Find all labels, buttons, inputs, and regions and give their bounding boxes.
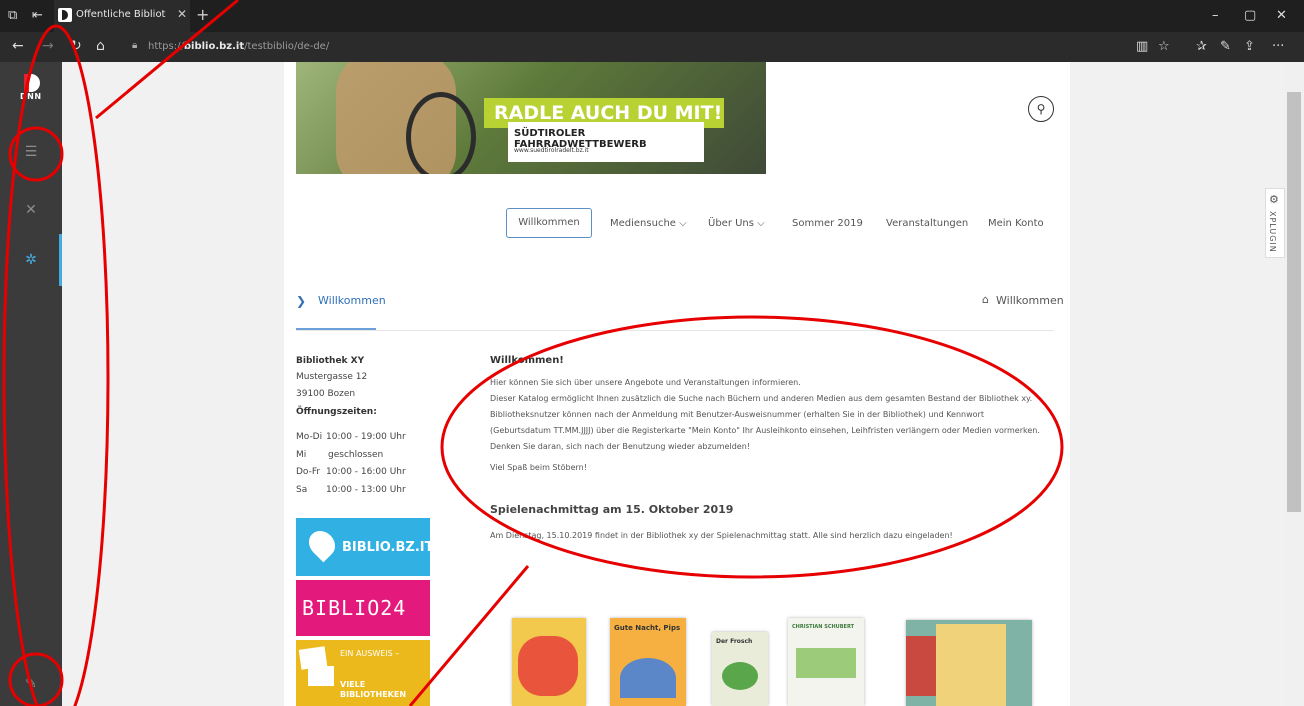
new-tab-button[interactable]: + [196,5,209,24]
url-text: https://biblio.bz.it/testbiblio/de-de/ [148,41,330,52]
hours-time: 10:00 - 13:00 Uhr [326,485,406,495]
home-button[interactable]: ⌂ [96,38,105,54]
welcome-paragraph: Hier können Sie sich über unsere Angebot… [490,378,801,387]
forward-button[interactable]: → [42,38,54,54]
biblio-bz-logo[interactable]: BIBLIO.BZ.IT [296,518,434,576]
hours-day: Sa [296,485,308,495]
biblio24-logo[interactable]: BIBLIO24 [296,580,430,636]
address-bar-row: ← → ↻ ⌂ 🔒︎ https://biblio.bz.it/testbibl… [0,32,1304,62]
browser-tab-bar: ⧉ ⇤ Öffentliche Bibliothek N ✕ + – ▢ ✕ [0,0,1304,32]
menu-willkommen[interactable]: Willkommen [506,208,592,238]
book-illustration [620,658,676,698]
welcome-paragraph: (Geburtsdatum TT.MM.JJJJ) über die Regis… [490,426,1040,435]
tab-back-icon[interactable]: ⇤ [32,8,43,23]
banner-url: www.suedtirolradelt.bz.it [514,147,589,154]
back-button[interactable]: ← [12,38,24,54]
share-icon[interactable]: ⇪ [1244,39,1255,54]
browser-tab[interactable]: Öffentliche Bibliothek N ✕ [54,0,190,32]
book-cover[interactable] [512,618,586,706]
ausweis-bottom-label: VIELE BIBLIOTHEKEN [340,680,407,699]
dnn-logo-icon [24,74,40,92]
edit-pencil-icon[interactable]: ✎ [20,676,42,692]
maximize-button[interactable]: ▢ [1244,8,1256,23]
hours-time: 10:00 - 16:00 Uhr [326,467,406,477]
tab-actions-icon[interactable]: ⧉ [8,8,17,23]
more-button[interactable]: ··· [1272,39,1284,54]
breadcrumb-divider [296,330,1054,331]
closing-text: Viel Spaß beim Stöbern! [490,463,587,472]
content-icon[interactable]: ☰ [20,144,42,160]
book-title: Der Frosch [716,638,753,645]
banner-card: SÜDTIROLER FAHRRADWETTBEWERB www.suedtir… [508,122,704,162]
book-cover[interactable] [906,620,1032,706]
book-illustration [796,648,856,678]
favorites-hub-icon[interactable]: ✰ [1196,39,1207,54]
library-city: 39100 Bozen [296,389,356,399]
card-icon [308,666,334,686]
hours-day: Do-Fr [296,467,321,477]
library-street: Mustergasse 12 [296,372,368,382]
manage-tools-icon[interactable]: ✕ [20,202,42,218]
book-illustration [518,636,578,696]
xplugin-label: XPLUGIN [1268,211,1277,253]
hours-time: geschlossen [328,450,384,460]
book-cover[interactable]: CHRISTIAN SCHUBERT [788,618,864,706]
menu-veranstaltungen[interactable]: Veranstaltungen [886,218,968,229]
scrollbar[interactable] [1284,62,1304,706]
dnn-logo[interactable]: DNN [20,74,44,102]
lock-icon: 🔒︎ [132,40,138,51]
tab-close-icon[interactable]: ✕ [177,7,187,21]
refresh-button[interactable]: ↻ [70,38,82,54]
menu-mediensuche[interactable]: Mediensuche ⌵ [610,218,687,229]
close-window-button[interactable]: ✕ [1276,8,1287,23]
site-search-icon[interactable]: ⚲ [1028,96,1054,122]
menu-mein-konto[interactable]: Mein Konto [988,218,1044,229]
biblio-bz-label: BIBLIO.BZ.IT [342,540,434,555]
book-illustration [722,662,758,690]
book-title: CHRISTIAN SCHUBERT [792,624,855,630]
dnn-favicon-icon [58,8,72,22]
menu-sommer-2019[interactable]: Sommer 2019 [792,218,863,229]
event-title[interactable]: Spielenachmittag am 15. Oktober 2019 [490,503,733,516]
hours-time: 10:00 - 19:00 Uhr [326,432,406,442]
book-illustration [906,636,936,696]
book-cover[interactable]: Gute Nacht, Pips [610,618,686,706]
welcome-paragraph: Dieser Katalog ermöglicht Ihnen zusätzli… [490,394,1033,403]
breadcrumb-chevron-icon: ❯ [296,294,307,308]
xplugin-tab[interactable]: ⚙ XPLUGIN [1265,188,1285,258]
dnn-persona-bar: DNN ☰ ✕ ✲ ✎ [0,62,62,706]
biblio24-label: BIBLIO24 [302,596,407,620]
book-cover[interactable]: Der Frosch [712,632,768,706]
library-name: Bibliothek XY [296,356,365,366]
favorite-star-icon[interactable]: ☆ [1158,39,1170,54]
url-field[interactable]: 🔒︎ https://biblio.bz.it/testbiblio/de-de… [124,36,1064,58]
hours-day: Mo-Di [296,432,323,442]
hours-title: Öffnungszeiten: [296,407,377,417]
banner-image[interactable]: RADLE AUCH DU MIT! SÜDTIROLER FAHRRADWET… [296,62,766,174]
dnn-logo-text: DNN [20,92,42,101]
notes-pen-icon[interactable]: ✎ [1220,39,1231,54]
banner-bike-wheel [406,92,476,174]
welcome-paragraph: Denken Sie daran, sich nach der Benutzun… [490,442,750,451]
minimize-button[interactable]: – [1212,8,1219,23]
ausweis-top-label: EIN AUSWEIS – [340,649,400,658]
xplugin-gear-icon: ⚙ [1269,193,1279,206]
tab-title: Öffentliche Bibliothek N [76,9,166,20]
ausweis-logo[interactable]: EIN AUSWEIS – VIELE BIBLIOTHEKEN [296,640,430,706]
breadcrumb-home-link[interactable]: Willkommen [996,294,1064,307]
hours-day: Mi [296,450,307,460]
menu-ueber-uns[interactable]: Über Uns ⌵ [708,218,765,229]
reading-view-icon[interactable]: ▥ [1136,39,1148,54]
book-illustration [936,624,1006,706]
location-pin-icon [303,525,341,563]
book-title: Gute Nacht, Pips [614,624,681,632]
breadcrumb[interactable]: Willkommen [318,294,386,307]
event-text: Am Dienstag, 15.10.2019 findet in der Bi… [490,531,953,540]
welcome-paragraph: Bibliotheksnutzer können nach der Anmeld… [490,410,984,419]
welcome-title: Willkommen! [490,355,564,366]
settings-gear-icon[interactable]: ✲ [20,252,42,268]
scrollbar-thumb[interactable] [1287,92,1301,512]
home-icon: ⌂ [982,293,989,306]
